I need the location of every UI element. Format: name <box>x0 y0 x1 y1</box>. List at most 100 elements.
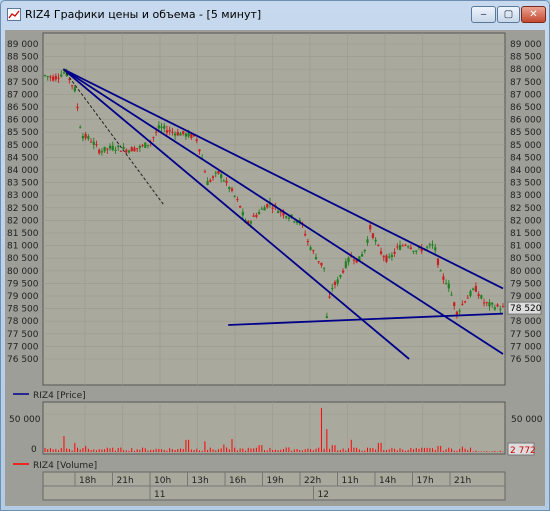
candle-body <box>344 261 347 268</box>
candle-body <box>426 246 429 248</box>
price-axis-tick-left: 81 000 <box>7 242 39 252</box>
last-price-label: 78 520 <box>510 304 542 314</box>
candle-body <box>323 267 326 269</box>
candle-body <box>87 136 90 139</box>
price-axis-right: 89 000 88 500 88 000 87 500 87 000 86 500 86 0… <box>510 40 542 365</box>
candle-body <box>127 150 131 153</box>
title-bar[interactable]: RIZ4 Графики цены и объема - [5 минут] ‒… <box>1 1 549 29</box>
candle-body <box>95 144 98 146</box>
candle-body <box>371 233 375 238</box>
candle-body <box>81 136 85 139</box>
price-axis-tick-left: 82 000 <box>7 216 39 226</box>
candle-body <box>52 76 55 81</box>
candle-body <box>233 195 236 197</box>
candle-body <box>60 74 63 77</box>
candle-body <box>385 255 388 262</box>
candle-body <box>431 244 434 246</box>
candle-body <box>304 233 307 236</box>
candle-body <box>252 215 255 217</box>
candle-body <box>415 250 418 252</box>
volume-plot-area[interactable] <box>42 401 506 455</box>
volume-legend: RIZ4 [Volume] <box>33 461 97 471</box>
candle-body <box>360 254 364 257</box>
candle-body <box>412 250 415 252</box>
candle-body <box>339 275 342 277</box>
price-axis-tick-right: 82 000 <box>510 216 542 226</box>
candle-body <box>312 250 315 252</box>
candle-body <box>320 262 323 266</box>
price-axis-tick-left: 84 500 <box>7 153 39 163</box>
candle-body <box>472 288 475 290</box>
candle-body <box>165 130 169 133</box>
candle-body <box>236 199 239 201</box>
candle-body <box>442 276 445 280</box>
candle-body <box>168 129 171 132</box>
candle-body <box>271 207 274 209</box>
candle-body <box>133 147 136 152</box>
candle-body <box>209 179 212 182</box>
candle-body <box>49 76 52 78</box>
candle-body <box>89 141 93 143</box>
candle-body <box>374 239 377 242</box>
chart-app-icon <box>7 8 21 21</box>
candle-body <box>195 139 198 141</box>
candle-body <box>184 133 188 137</box>
time-hour-label: 14h <box>379 476 396 486</box>
candle-body <box>217 171 220 174</box>
candle-body <box>146 144 150 146</box>
candle-body <box>225 180 228 183</box>
candle-body <box>152 137 155 139</box>
candle-body <box>276 211 280 214</box>
price-axis-tick-right: 87 000 <box>510 90 542 100</box>
volume-axis-tick-left: 0 <box>31 445 37 455</box>
candle-body <box>466 297 469 299</box>
candle-body <box>366 239 369 243</box>
price-axis-tick-left: 78 000 <box>7 317 39 327</box>
price-axis-tick-left: 84 000 <box>7 166 39 176</box>
price-axis-tick-right: 80 500 <box>510 254 542 264</box>
candle-body <box>84 133 87 139</box>
candle-body <box>293 221 296 223</box>
candle-body <box>477 294 480 297</box>
candle-body <box>106 148 109 150</box>
candle-body <box>458 310 461 312</box>
candle-body <box>62 72 66 74</box>
close-button[interactable]: ✕ <box>521 6 546 23</box>
price-legend: RIZ4 [Price] <box>33 391 86 401</box>
volume-axis-tick-right: 50 000 <box>511 415 543 425</box>
price-plot-area[interactable] <box>42 32 506 386</box>
price-axis-tick-right: 79 500 <box>510 279 542 289</box>
minimize-button[interactable]: ‒ <box>471 6 496 23</box>
price-axis-tick-right: 81 000 <box>510 242 542 252</box>
candle-body <box>157 125 160 129</box>
candle-body <box>396 246 399 248</box>
volume-axis-tick-left: 50 000 <box>9 415 41 425</box>
candle-body <box>98 149 101 154</box>
candle-body <box>249 221 253 224</box>
price-axis-tick-left: 80 000 <box>7 267 39 277</box>
candle-body <box>404 244 407 246</box>
candle-body <box>493 307 496 310</box>
candle-body <box>46 76 49 78</box>
candle-body <box>92 141 95 145</box>
price-axis-tick-right: 86 500 <box>510 103 542 113</box>
candle-body <box>463 301 467 303</box>
price-axis-tick-left: 87 500 <box>7 78 39 88</box>
price-axis-tick-left: 85 000 <box>7 141 39 151</box>
candle-body <box>398 244 402 250</box>
candle-body <box>136 148 139 150</box>
candle-body <box>363 249 366 252</box>
candle-body <box>439 270 442 272</box>
candle-body <box>369 225 372 230</box>
candle-body <box>480 295 483 299</box>
time-hour-label: 22h <box>304 476 321 486</box>
candle-body <box>407 246 410 248</box>
maximize-button[interactable]: ▢ <box>497 6 520 23</box>
price-axis-tick-left: 88 000 <box>7 65 39 75</box>
price-volume-chart: 89 000 88 500 88 000 87 500 87 000 86 500 86 0… <box>5 32 545 501</box>
candle-body <box>285 216 288 218</box>
price-axis-tick-right: 87 500 <box>510 78 542 88</box>
candle-body <box>144 142 147 148</box>
candle-body <box>79 127 82 129</box>
candle-body <box>260 208 263 210</box>
